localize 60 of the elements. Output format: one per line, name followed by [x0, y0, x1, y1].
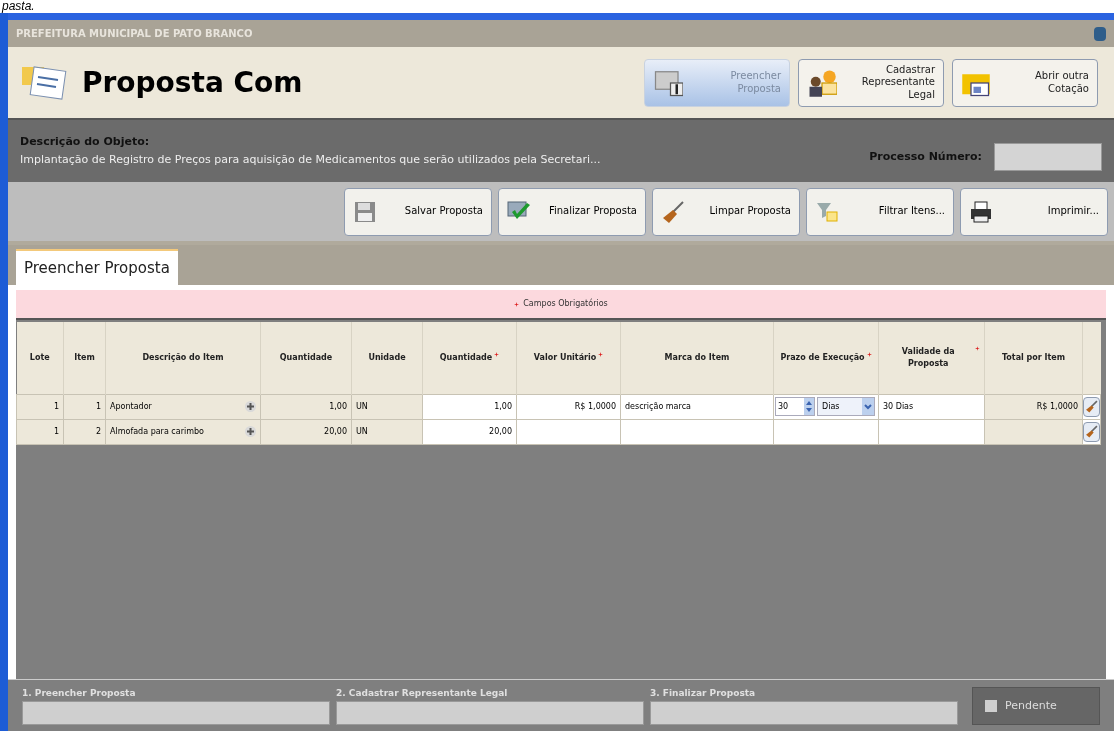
- required-star-icon: [514, 301, 520, 307]
- column-header: Quantidade: [279, 351, 333, 364]
- toolbar-button[interactable]: Filtrar Itens...: [806, 187, 954, 236]
- quantity-field[interactable]: 20,00: [489, 426, 512, 436]
- broom-icon: [661, 199, 685, 224]
- table-cell: 2: [95, 426, 101, 436]
- printer-icon: [969, 199, 993, 224]
- spinner-field[interactable]: 30: [775, 397, 815, 416]
- brand-field[interactable]: descrição marca: [625, 401, 691, 411]
- status-box-icon: [985, 700, 997, 712]
- table-cell: 1: [95, 401, 101, 411]
- table-cell: UN: [356, 426, 368, 436]
- table-cell: 1: [53, 401, 59, 411]
- clear-row-button[interactable]: [1083, 396, 1100, 417]
- column-header: Total por Item: [1001, 351, 1066, 364]
- table-cell: 1,00: [329, 401, 347, 411]
- org-title: PREFEITURA MUNICIPAL DE PATO BRANCO: [16, 27, 253, 41]
- table-cell: Almofada para carimbo: [110, 425, 204, 438]
- table-cell: 20,00: [324, 426, 347, 436]
- validity-field[interactable]: 30 Dias: [883, 401, 914, 411]
- dropdown-caret-icon[interactable]: [862, 398, 874, 415]
- column-header: Marca do Item: [664, 351, 730, 364]
- column-header: Validade da Proposta: [900, 345, 956, 370]
- page-title: Proposta Com: [82, 64, 304, 101]
- caption-text: pasta.: [2, 0, 35, 13]
- unit-dropdown[interactable]: Dias: [817, 397, 875, 416]
- price-field[interactable]: R$ 1,0000: [574, 401, 616, 411]
- column-header: Descrição do Item: [142, 351, 224, 364]
- header-button[interactable]: Cadastrar Representante Legal: [798, 58, 944, 107]
- description-label: Descrição do Objeto:: [20, 133, 151, 150]
- step-label: 1. Preencher Proposta: [22, 689, 137, 698]
- process-label: Processo Número:: [869, 148, 982, 165]
- toolbar-button[interactable]: Limpar Proposta: [652, 187, 800, 236]
- column-header: Prazo de Execução: [780, 351, 865, 364]
- column-header: Lote: [29, 351, 50, 364]
- toolbar-button[interactable]: Salvar Proposta: [344, 187, 492, 236]
- header-button[interactable]: Abrir outra Cotação: [952, 58, 1098, 107]
- table-cell: UN: [356, 401, 368, 411]
- toolbar-button[interactable]: Imprimir...: [960, 187, 1108, 236]
- status-button[interactable]: Pendente: [972, 687, 1100, 725]
- table-cell: R$ 1,0000: [1036, 401, 1078, 411]
- add-icon[interactable]: [245, 401, 256, 412]
- spinner-arrows-icon[interactable]: [804, 398, 814, 415]
- tab[interactable]: Preencher Proposta: [16, 249, 178, 285]
- clear-row-button[interactable]: [1083, 421, 1100, 442]
- table-cell: 1: [53, 426, 59, 436]
- add-icon[interactable]: [245, 426, 256, 437]
- toolbar-button[interactable]: Finalizar Proposta: [498, 187, 646, 236]
- help-icon[interactable]: [1094, 26, 1106, 41]
- description-text: Implantação de Registro de Preços para aquisição de Medicamentos que serão utilizados pela Secretari...: [20, 152, 602, 168]
- quantity-field[interactable]: 1,00: [494, 401, 512, 411]
- column-header: Item: [74, 351, 95, 364]
- required-note: Campos Obrigatórios: [523, 298, 608, 310]
- table-cell: Apontador: [110, 400, 152, 413]
- column-header: Quantidade: [439, 351, 493, 364]
- process-number-field[interactable]: [994, 143, 1102, 171]
- step-label: 2. Cadastrar Representante Legal: [336, 689, 509, 698]
- step-label: 3. Finalizar Proposta: [650, 689, 757, 698]
- column-header: Unidade: [368, 351, 406, 364]
- column-header: Valor Unitário: [533, 351, 597, 364]
